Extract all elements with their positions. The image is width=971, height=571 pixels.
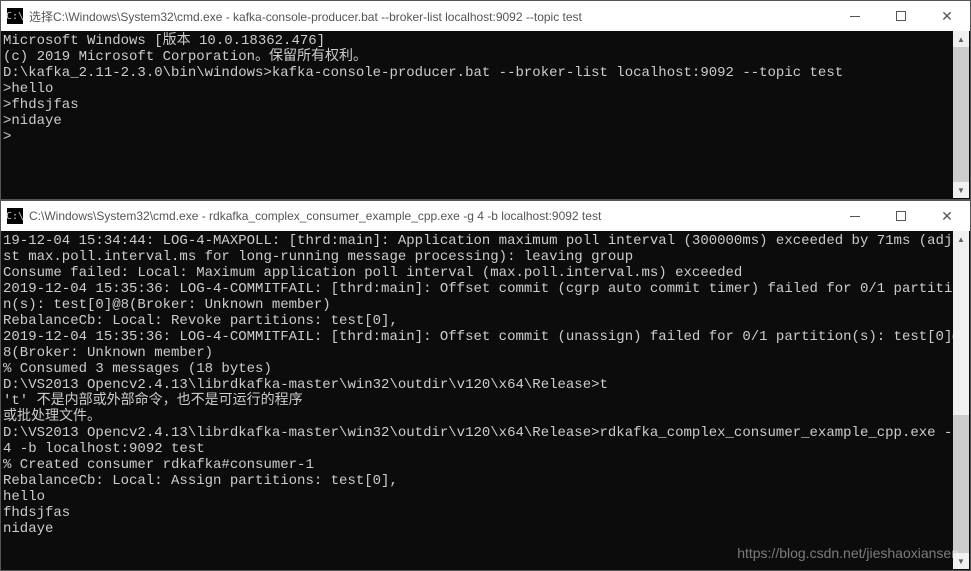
terminal-line: RebalanceCb: Local: Assign partitions: t… <box>3 473 968 489</box>
terminal-line: (c) 2019 Microsoft Corporation。保留所有权利。 <box>3 49 968 65</box>
scroll-track[interactable] <box>953 247 969 553</box>
scrollbar[interactable]: ▲ ▼ <box>953 31 969 198</box>
terminal-line: 19-12-04 15:34:44: LOG-4-MAXPOLL: [thrd:… <box>3 233 968 265</box>
cmd-window-consumer: C:\ C:\Windows\System32\cmd.exe - rdkafk… <box>0 200 971 571</box>
window-title: 选择C:\Windows\System32\cmd.exe - kafka-co… <box>29 8 832 25</box>
terminal-line: D:\kafka_2.11-2.3.0\bin\windows>kafka-co… <box>3 65 968 81</box>
close-icon: ✕ <box>941 9 953 23</box>
terminal-line: 2019-12-04 15:35:36: LOG-4-COMMITFAIL: [… <box>3 329 968 361</box>
terminal-line: 2019-12-04 15:35:36: LOG-4-COMMITFAIL: [… <box>3 281 968 313</box>
terminal-output[interactable]: 19-12-04 15:34:44: LOG-4-MAXPOLL: [thrd:… <box>1 231 970 570</box>
minimize-icon <box>850 216 860 217</box>
close-button[interactable]: ✕ <box>924 201 970 231</box>
terminal-line: 或批处理文件。 <box>3 409 968 425</box>
maximize-icon <box>896 211 906 221</box>
terminal-line: D:\VS2013 Opencv2.4.13\librdkafka-master… <box>3 377 968 393</box>
minimize-button[interactable] <box>832 1 878 31</box>
cmd-icon: C:\ <box>7 8 23 24</box>
minimize-icon <box>850 16 860 17</box>
terminal-line: >hello <box>3 81 968 97</box>
window-controls: ✕ <box>832 201 970 231</box>
maximize-button[interactable] <box>878 201 924 231</box>
terminal-line: Microsoft Windows [版本 10.0.18362.476] <box>3 33 968 49</box>
scroll-thumb[interactable] <box>953 415 969 553</box>
terminal-line: hello <box>3 489 968 505</box>
close-icon: ✕ <box>941 209 953 223</box>
minimize-button[interactable] <box>832 201 878 231</box>
scrollbar[interactable]: ▲ ▼ <box>953 231 969 569</box>
scroll-track[interactable] <box>953 47 969 182</box>
scroll-down-icon[interactable]: ▼ <box>953 182 969 198</box>
cmd-window-producer: C:\ 选择C:\Windows\System32\cmd.exe - kafk… <box>0 0 971 200</box>
titlebar[interactable]: C:\ 选择C:\Windows\System32\cmd.exe - kafk… <box>1 1 970 31</box>
scroll-up-icon[interactable]: ▲ <box>953 31 969 47</box>
terminal-line: % Created consumer rdkafka#consumer-1 <box>3 457 968 473</box>
maximize-button[interactable] <box>878 1 924 31</box>
scroll-up-icon[interactable]: ▲ <box>953 231 969 247</box>
terminal-output[interactable]: Microsoft Windows [版本 10.0.18362.476](c)… <box>1 31 970 199</box>
terminal-line: >nidaye <box>3 113 968 129</box>
terminal-line: >fhdsjfas <box>3 97 968 113</box>
window-title: C:\Windows\System32\cmd.exe - rdkafka_co… <box>29 209 832 223</box>
terminal-line: nidaye <box>3 521 968 537</box>
close-button[interactable]: ✕ <box>924 1 970 31</box>
terminal-line: D:\VS2013 Opencv2.4.13\librdkafka-master… <box>3 425 968 457</box>
scroll-thumb[interactable] <box>953 47 969 182</box>
titlebar[interactable]: C:\ C:\Windows\System32\cmd.exe - rdkafk… <box>1 201 970 231</box>
window-controls: ✕ <box>832 1 970 31</box>
cmd-icon: C:\ <box>7 208 23 224</box>
terminal-line: 't' 不是内部或外部命令，也不是可运行的程序 <box>3 393 968 409</box>
maximize-icon <box>896 11 906 21</box>
terminal-line: % Consumed 3 messages (18 bytes) <box>3 361 968 377</box>
terminal-line: Consume failed: Local: Maximum applicati… <box>3 265 968 281</box>
watermark: https://blog.csdn.net/jieshaoxiansen <box>737 545 959 561</box>
terminal-line: > <box>3 129 968 145</box>
terminal-line: RebalanceCb: Local: Revoke partitions: t… <box>3 313 968 329</box>
terminal-line: fhdsjfas <box>3 505 968 521</box>
